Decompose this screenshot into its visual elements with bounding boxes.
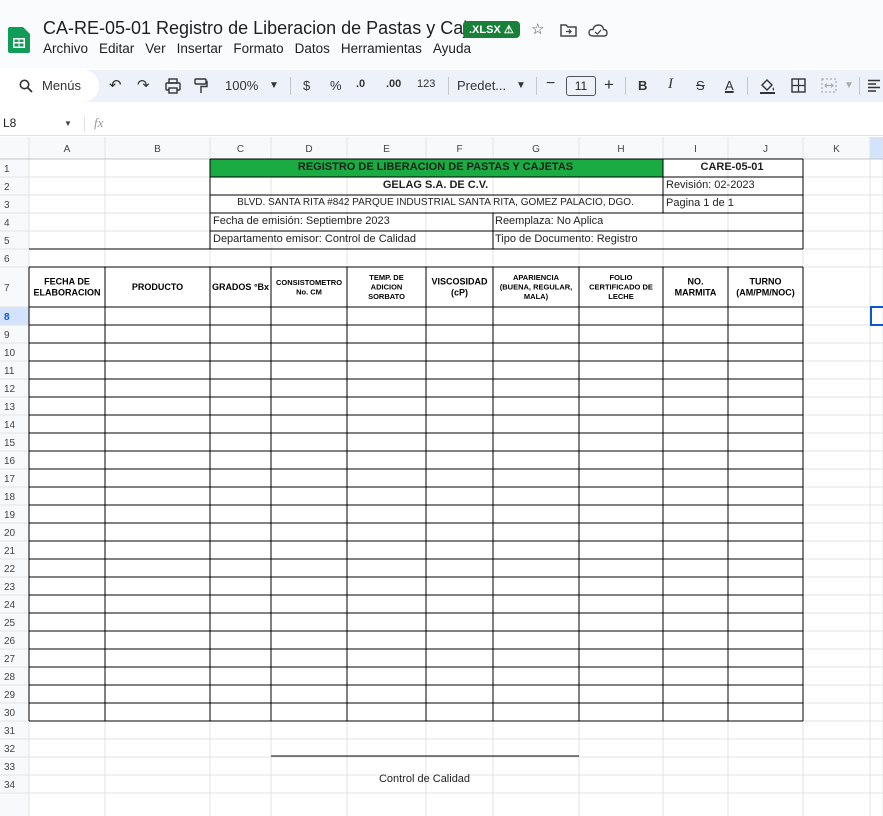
- column-header-d: D: [305, 144, 312, 155]
- column-header-bar: [0, 137, 883, 159]
- row-header-10: 10: [4, 348, 16, 359]
- row-header-28: 28: [4, 672, 16, 683]
- title-banner-text: REGISTRO DE LIBERACION DE PASTAS Y CAJET…: [297, 161, 574, 173]
- table-header-text: SORBATO: [368, 292, 405, 301]
- row-header-20: 20: [4, 528, 16, 539]
- doc-type-text: Tipo de Documento: Registro: [495, 233, 638, 245]
- row-header-26: 26: [4, 636, 16, 647]
- table-header-text: TEMP. DE: [369, 273, 403, 282]
- row-header-19: 19: [4, 510, 16, 521]
- row-header-13: 13: [4, 402, 16, 413]
- row-header-5: 5: [4, 236, 10, 247]
- column-header-b: B: [154, 144, 161, 155]
- row-header-14: 14: [4, 420, 16, 431]
- document-code: CARE-05-01: [700, 161, 764, 173]
- table-header-text: MALA): [524, 292, 549, 301]
- row-header-3: 3: [4, 200, 10, 211]
- column-header-f: F: [456, 144, 462, 155]
- table-header-text: CONSISTOMETRO: [276, 278, 342, 287]
- table-header-text: (cP): [451, 288, 468, 298]
- row-header-33: 33: [4, 762, 16, 773]
- row-header-7: 7: [4, 283, 10, 294]
- row-header-4: 4: [4, 218, 10, 229]
- table-header-text: NO.: [687, 277, 703, 287]
- row-header-30: 30: [4, 708, 16, 719]
- row-header-15: 15: [4, 438, 16, 449]
- table-header-text: (AM/PM/NOC): [736, 288, 795, 298]
- row-header-24: 24: [4, 600, 16, 611]
- column-header-g: G: [532, 144, 540, 155]
- table-header-text: (BUENA, REGULAR,: [500, 283, 573, 292]
- table-header-text: PRODUCTO: [132, 282, 183, 292]
- row-header-34: 34: [4, 780, 16, 791]
- row-header-27: 27: [4, 654, 16, 665]
- row-header-31: 31: [4, 726, 16, 737]
- address-text: BLVD. SANTA RITA #842 PARQUE INDUSTRIAL …: [237, 197, 634, 208]
- table-header-text: APARIENCIA: [513, 273, 560, 282]
- spreadsheet-grid[interactable]: A B C D E F G H I J K12345678910111213141516171819…: [0, 0, 883, 816]
- table-header-text: No. CM: [296, 287, 322, 296]
- row-header-11: 11: [4, 366, 15, 377]
- table-header-text: MARMITA: [675, 288, 717, 298]
- row-header-18: 18: [4, 492, 16, 503]
- table-header-text: TURNO: [750, 277, 782, 287]
- row-header-6: 6: [4, 254, 10, 265]
- row-header-21: 21: [4, 546, 16, 557]
- table-header-text: ADICION: [371, 283, 403, 292]
- table-header-text: FOLIO: [610, 273, 633, 282]
- column-header-i: I: [694, 144, 697, 155]
- row-header-9: 9: [4, 330, 10, 341]
- table-header-text: CERTIFICADO DE: [589, 283, 653, 292]
- department-text: Departamento emisor: Control de Calidad: [213, 233, 416, 245]
- row-header-12: 12: [4, 384, 16, 395]
- column-header-c: C: [237, 144, 244, 155]
- table-header-text: FECHA DE: [44, 277, 90, 287]
- row-header-25: 25: [4, 618, 16, 629]
- column-header-h: H: [617, 144, 624, 155]
- table-header-text: VISCOSIDAD: [431, 277, 488, 287]
- row-header-17: 17: [4, 474, 16, 485]
- revision-text: Revisión: 02-2023: [666, 179, 755, 191]
- company-name: GELAG S.A. DE C.V.: [382, 179, 489, 191]
- column-header-j: J: [763, 144, 768, 155]
- row-header-22: 22: [4, 564, 16, 575]
- row-header-32: 32: [4, 744, 16, 755]
- issue-date-text: Fecha de emisión: Septiembre 2023: [213, 215, 390, 227]
- column-header-e: E: [383, 144, 390, 155]
- row-header-23: 23: [4, 582, 16, 593]
- page-number-text: Pagina 1 de 1: [666, 197, 734, 209]
- row-header-1: 1: [4, 164, 10, 175]
- selected-cell-l8[interactable]: [870, 306, 883, 326]
- row-header-2: 2: [4, 182, 10, 193]
- table-header-text: LECHE: [608, 292, 633, 301]
- column-header-l-selected[interactable]: [870, 137, 883, 159]
- column-header-a: A: [64, 144, 71, 155]
- column-header-k: K: [833, 144, 840, 155]
- table-header-text: GRADOS °Bx: [212, 282, 269, 292]
- row-header-29: 29: [4, 690, 16, 701]
- signature-label: Control de Calidad: [378, 773, 471, 785]
- row-header-8: 8: [4, 312, 10, 323]
- table-header-text: ELABORACION: [34, 288, 101, 298]
- replaces-text: Reemplaza: No Aplica: [495, 215, 604, 227]
- row-header-16: 16: [4, 456, 16, 467]
